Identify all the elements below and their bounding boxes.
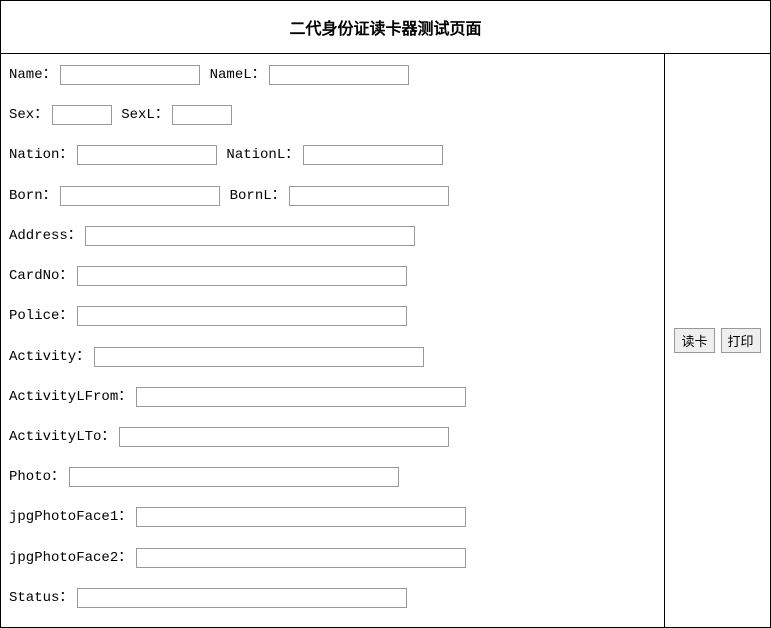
activitylfrom-label: ActivityLFrom： [9, 389, 132, 405]
sexl-input[interactable] [172, 105, 232, 125]
jpgphotoface2-label: jpgPhotoFace2： [9, 550, 132, 566]
nation-input[interactable] [77, 145, 217, 165]
row-sex: Sex： SexL： [9, 104, 656, 126]
bornl-label: BornL： [230, 188, 286, 204]
jpgphotoface2-input[interactable] [136, 548, 466, 568]
cardno-label: CardNo： [9, 268, 73, 284]
born-label: Born： [9, 188, 57, 204]
nation-label: Nation： [9, 147, 73, 163]
row-activitylfrom: ActivityLFrom： [9, 386, 656, 408]
jpgphotoface1-label: jpgPhotoFace1： [9, 509, 132, 525]
row-activitylto: ActivityLTo： [9, 426, 656, 448]
sex-label: Sex： [9, 107, 48, 123]
address-input[interactable] [85, 226, 415, 246]
row-address: Address： [9, 225, 656, 247]
activity-label: Activity： [9, 349, 90, 365]
activitylto-input[interactable] [119, 427, 449, 447]
born-input[interactable] [60, 186, 220, 206]
name-label: Name： [9, 67, 57, 83]
police-label: Police： [9, 308, 73, 324]
sexl-label: SexL： [121, 107, 169, 123]
nationl-label: NationL： [226, 147, 299, 163]
namel-label: NameL： [210, 67, 266, 83]
row-photo: Photo： [9, 466, 656, 488]
nationl-input[interactable] [303, 145, 443, 165]
row-born: Born： BornL： [9, 185, 656, 207]
activitylfrom-input[interactable] [136, 387, 466, 407]
row-name: Name： NameL： [9, 64, 656, 86]
police-input[interactable] [77, 306, 407, 326]
bornl-input[interactable] [289, 186, 449, 206]
row-jpgphotoface1: jpgPhotoFace1： [9, 506, 656, 528]
status-input[interactable] [77, 588, 407, 608]
row-police: Police： [9, 305, 656, 327]
activity-input[interactable] [94, 347, 424, 367]
action-column: 读卡 打印 [665, 54, 770, 627]
form-column: Name： NameL： Sex： SexL： Nation： NationL：… [1, 54, 665, 627]
read-card-button[interactable]: 读卡 [674, 328, 714, 353]
row-cardno: CardNo： [9, 265, 656, 287]
row-jpgphotoface2: jpgPhotoFace2： [9, 547, 656, 569]
status-label: Status： [9, 590, 73, 606]
address-label: Address： [9, 228, 82, 244]
activitylto-label: ActivityLTo： [9, 429, 115, 445]
print-button[interactable]: 打印 [721, 328, 761, 353]
body-row: Name： NameL： Sex： SexL： Nation： NationL：… [1, 54, 770, 627]
name-input[interactable] [60, 65, 200, 85]
page-title: 二代身份证读卡器测试页面 [1, 1, 770, 54]
jpgphotoface1-input[interactable] [136, 507, 466, 527]
row-status: Status： [9, 587, 656, 609]
photo-input[interactable] [69, 467, 399, 487]
row-activity: Activity： [9, 346, 656, 368]
row-nation: Nation： NationL： [9, 144, 656, 166]
sex-input[interactable] [52, 105, 112, 125]
photo-label: Photo： [9, 469, 65, 485]
namel-input[interactable] [269, 65, 409, 85]
cardno-input[interactable] [77, 266, 407, 286]
app-container: 二代身份证读卡器测试页面 Name： NameL： Sex： SexL： Nat… [0, 0, 771, 628]
